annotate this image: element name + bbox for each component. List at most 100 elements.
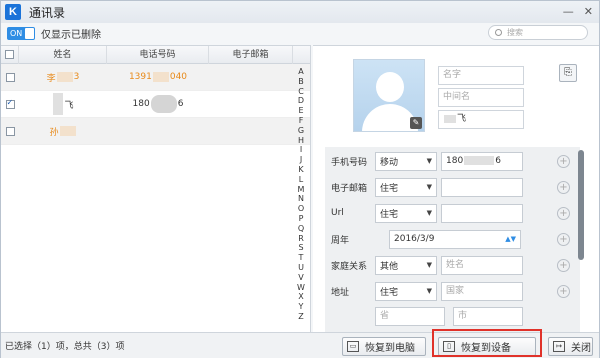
- alphabet-letter[interactable]: D: [293, 96, 309, 106]
- selection-status: 已选择（1）项，总共（3）项: [5, 342, 125, 352]
- alphabet-letter[interactable]: T: [293, 253, 309, 263]
- alphabet-letter[interactable]: X: [293, 292, 309, 302]
- scrollbar[interactable]: [578, 150, 584, 260]
- phone-input[interactable]: 180 6: [441, 151, 523, 171]
- alphabet-letter[interactable]: H: [293, 136, 309, 146]
- province-input[interactable]: 省: [375, 306, 445, 326]
- chevron-down-icon: ▼: [426, 183, 432, 191]
- contact-email: [209, 118, 293, 145]
- contact-list-panel: 姓名 电话号码 电子邮箱 李3 1391040 飞 1806 孙 ABCDEFG…: [1, 45, 311, 332]
- field-row-anniversary: 周年 2016/3/9 ▲▼ +: [325, 227, 580, 251]
- relation-type-select[interactable]: 其他 ▼: [375, 255, 437, 275]
- address-type-select[interactable]: 住宅 ▼: [375, 281, 437, 301]
- computer-icon: ▭: [347, 341, 359, 352]
- search-input[interactable]: 搜索: [488, 25, 588, 40]
- url-input[interactable]: [441, 203, 523, 223]
- alphabet-letter[interactable]: Q: [293, 224, 309, 234]
- alphabet-letter[interactable]: U: [293, 263, 309, 273]
- plus-circle-icon[interactable]: +: [557, 284, 570, 298]
- alphabet-letter[interactable]: G: [293, 126, 309, 136]
- middle-name-field[interactable]: 中间名: [438, 88, 524, 107]
- chevron-down-icon: ▼: [426, 287, 432, 295]
- alphabet-letter[interactable]: W: [293, 283, 309, 293]
- relation-name-input[interactable]: 姓名: [441, 255, 523, 275]
- table-header: 姓名 电话号码 电子邮箱: [1, 45, 310, 64]
- search-icon: [495, 29, 502, 36]
- alphabet-letter[interactable]: C: [293, 87, 309, 97]
- email-type-select[interactable]: 住宅 ▼: [375, 177, 437, 197]
- chevron-down-icon: ▼: [426, 157, 432, 165]
- date-input[interactable]: 2016/3/9 ▲▼: [389, 229, 521, 249]
- alphabet-letter[interactable]: Y: [293, 302, 309, 312]
- export-icon[interactable]: ⎘: [559, 64, 577, 82]
- field-label: 地址: [331, 287, 350, 298]
- field-label: 家庭关系: [331, 261, 368, 272]
- alphabet-letter[interactable]: P: [293, 214, 309, 224]
- table-row[interactable]: 飞 1806: [1, 91, 310, 118]
- row-checkbox[interactable]: [5, 126, 15, 136]
- window-controls: — ✕: [563, 5, 593, 18]
- close-window-icon[interactable]: ✕: [584, 5, 593, 18]
- spinner-icon: ▲▼: [505, 234, 516, 243]
- close-button[interactable]: ↦ 关闭: [548, 337, 593, 356]
- contact-email: [209, 91, 293, 118]
- contacts-window: K 通讯录 — ✕ ON 仅显示已删除 搜索 姓名 电话号码 电子邮箱 李3 1…: [0, 0, 600, 358]
- alphabet-letter[interactable]: V: [293, 273, 309, 283]
- alphabet-letter[interactable]: S: [293, 243, 309, 253]
- minimize-icon[interactable]: —: [563, 5, 574, 18]
- table-row[interactable]: 李3 1391 040: [1, 64, 310, 91]
- plus-circle-icon[interactable]: +: [557, 232, 570, 246]
- plus-circle-icon[interactable]: +: [557, 154, 570, 168]
- alphabet-letter[interactable]: O: [293, 204, 309, 214]
- email-input[interactable]: [441, 177, 523, 197]
- toggle-knob: [25, 27, 34, 39]
- alphabet-letter[interactable]: Z: [293, 312, 309, 322]
- row-checkbox[interactable]: [5, 72, 15, 82]
- restore-to-pc-button[interactable]: ▭ 恢复到电脑: [342, 337, 426, 356]
- column-header-phone[interactable]: 电话号码: [107, 45, 209, 64]
- plus-circle-icon[interactable]: +: [557, 206, 570, 220]
- table-row[interactable]: 孙: [1, 118, 310, 145]
- select-all-header: [1, 45, 19, 64]
- alphabet-letter[interactable]: A: [293, 67, 309, 77]
- phone-type-select[interactable]: 移动 ▼: [375, 151, 437, 171]
- contact-phone: 180 6: [107, 91, 209, 118]
- contact-fields: 手机号码 移动 ▼ 180 6 + 电子邮箱 住宅 ▼ + Url 住宅 ▼ + 周年 …: [325, 147, 580, 333]
- alphabet-letter[interactable]: N: [293, 194, 309, 204]
- url-type-select[interactable]: 住宅 ▼: [375, 203, 437, 223]
- plus-circle-icon[interactable]: +: [557, 180, 570, 194]
- row-checkbox[interactable]: [5, 98, 15, 109]
- city-input[interactable]: 市: [453, 306, 523, 326]
- alphabet-letter[interactable]: E: [293, 106, 309, 116]
- title-bar: K 通讯录 — ✕: [1, 1, 599, 23]
- country-input[interactable]: 国家: [441, 281, 523, 301]
- plus-circle-icon[interactable]: +: [557, 258, 570, 272]
- alphabet-letter[interactable]: R: [293, 234, 309, 244]
- alphabet-letter[interactable]: F: [293, 116, 309, 126]
- field-label: Url: [331, 208, 344, 218]
- contact-name: 飞: [19, 91, 107, 118]
- alphabet-letter[interactable]: I: [293, 145, 309, 155]
- contact-phone: 1391 040: [128, 72, 188, 82]
- contact-phone: [107, 118, 209, 145]
- deleted-only-toggle[interactable]: ON: [7, 26, 35, 40]
- last-name-field[interactable]: 飞: [438, 110, 524, 129]
- alphabet-letter[interactable]: J: [293, 155, 309, 165]
- field-row-relation: 家庭关系 其他 ▼ 姓名 +: [325, 253, 580, 277]
- column-header-email[interactable]: 电子邮箱: [209, 45, 293, 64]
- window-title: 通讯录: [29, 5, 66, 20]
- column-header-name[interactable]: 姓名: [19, 45, 107, 64]
- alphabet-letter[interactable]: K: [293, 165, 309, 175]
- alphabet-letter[interactable]: L: [293, 175, 309, 185]
- toolbar: ON 仅显示已删除 搜索: [1, 23, 599, 43]
- first-name-field[interactable]: 名字: [438, 66, 524, 85]
- select-all-checkbox[interactable]: [5, 49, 14, 59]
- contact-avatar[interactable]: ✎: [353, 59, 425, 132]
- pencil-icon[interactable]: ✎: [410, 117, 422, 129]
- chevron-down-icon: ▼: [426, 209, 432, 217]
- contact-detail-panel: ✎ 名字 中间名 飞 ⎘ 手机号码 移动 ▼ 180 6 + 电子邮箱 住宅 ▼ + …: [313, 45, 599, 333]
- alphabet-letter[interactable]: B: [293, 77, 309, 87]
- alphabet-letter[interactable]: M: [293, 185, 309, 195]
- field-row-mobile: 手机号码 移动 ▼ 180 6 +: [325, 149, 580, 173]
- exit-icon: ↦: [553, 341, 565, 352]
